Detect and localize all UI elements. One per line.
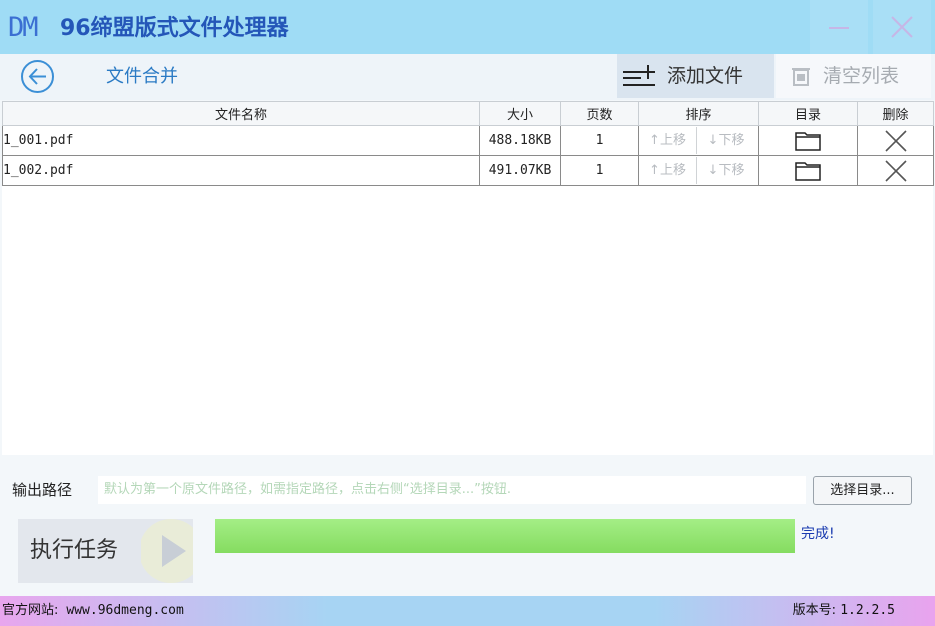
file-size: 491.07KB bbox=[479, 155, 561, 186]
run-task-label: 执行任务 bbox=[30, 538, 119, 563]
sort-cell: ↑上移 ↓下移 bbox=[638, 125, 759, 156]
move-down-button[interactable]: ↓下移 bbox=[697, 127, 755, 154]
app-logo: DM bbox=[8, 12, 38, 43]
file-size: 488.18KB bbox=[479, 125, 561, 156]
back-button[interactable] bbox=[21, 60, 54, 93]
file-table: 文件名称 大小 页数 排序 目录 删除 1_001.pdf 488.18KB 1… bbox=[2, 101, 934, 455]
arrow-left-icon bbox=[28, 68, 46, 85]
app-title: 96缔盟版式文件处理器 bbox=[60, 16, 289, 41]
header-delete: 删除 bbox=[857, 101, 934, 126]
header-sort: 排序 bbox=[638, 101, 759, 126]
header-size: 大小 bbox=[479, 101, 561, 126]
version-label: 版本号: bbox=[792, 603, 837, 618]
version-number: 1.2.2.5 bbox=[840, 603, 895, 618]
folder-icon[interactable] bbox=[795, 131, 821, 151]
site-label: 官方网站: bbox=[2, 603, 59, 618]
table-row[interactable]: 1_002.pdf 491.07KB 1 ↑上移 ↓下移 bbox=[2, 155, 934, 186]
folder-icon[interactable] bbox=[795, 161, 821, 181]
file-pages: 1 bbox=[560, 125, 639, 156]
delete-cell bbox=[857, 125, 934, 156]
status-text: 完成! bbox=[801, 526, 835, 542]
move-down-button[interactable]: ↓下移 bbox=[697, 157, 755, 184]
clear-list-label: 清空列表 bbox=[823, 65, 900, 87]
dir-cell bbox=[758, 125, 858, 156]
minimize-button[interactable] bbox=[810, 0, 868, 54]
section-title: 文件合并 bbox=[106, 66, 178, 87]
table-header-row: 文件名称 大小 页数 排序 目录 删除 bbox=[2, 101, 934, 126]
footer: 官方网站: www.96dmeng.com 版本号: 1.2.2.5 bbox=[0, 596, 935, 626]
delete-icon[interactable] bbox=[884, 159, 907, 182]
header-name: 文件名称 bbox=[2, 101, 480, 126]
add-file-button[interactable]: 添加文件 bbox=[617, 54, 774, 98]
progress-fill bbox=[215, 519, 795, 553]
footer-site: 官方网站: www.96dmeng.com bbox=[2, 602, 184, 620]
close-window-button[interactable] bbox=[873, 0, 931, 54]
move-up-button[interactable]: ↑上移 bbox=[639, 127, 697, 154]
delete-cell bbox=[857, 155, 934, 186]
choose-directory-button[interactable]: 选择目录... bbox=[813, 476, 912, 505]
file-name: 1_001.pdf bbox=[2, 125, 480, 156]
toolbar: 文件合并 添加文件 清空列表 bbox=[0, 54, 935, 100]
run-task-button[interactable]: 执行任务 bbox=[18, 519, 193, 583]
footer-version: 版本号: 1.2.2.5 bbox=[793, 602, 895, 620]
clear-list-button[interactable]: 清空列表 bbox=[776, 54, 931, 98]
add-file-label: 添加文件 bbox=[667, 65, 744, 87]
close-icon bbox=[891, 16, 913, 38]
sort-cell: ↑上移 ↓下移 bbox=[638, 155, 759, 186]
move-up-button[interactable]: ↑上移 bbox=[639, 157, 697, 184]
file-pages: 1 bbox=[560, 155, 639, 186]
add-list-icon bbox=[623, 65, 655, 86]
file-name: 1_002.pdf bbox=[2, 155, 480, 186]
header-dir: 目录 bbox=[758, 101, 858, 126]
header-pages: 页数 bbox=[560, 101, 639, 126]
progress-bar bbox=[215, 519, 795, 553]
output-path-input[interactable]: 默认为第一个原文件路径，如需指定路径，点击右侧“选择目录...”按钮. bbox=[98, 476, 806, 504]
site-url[interactable]: www.96dmeng.com bbox=[66, 603, 183, 618]
delete-icon[interactable] bbox=[884, 129, 907, 152]
table-row[interactable]: 1_001.pdf 488.18KB 1 ↑上移 ↓下移 bbox=[2, 125, 934, 156]
output-path-label: 输出路径 bbox=[12, 481, 73, 499]
dir-cell bbox=[758, 155, 858, 186]
play-icon bbox=[141, 519, 193, 583]
trash-icon bbox=[792, 68, 810, 86]
title-bar: DM 96缔盟版式文件处理器 bbox=[0, 0, 935, 54]
